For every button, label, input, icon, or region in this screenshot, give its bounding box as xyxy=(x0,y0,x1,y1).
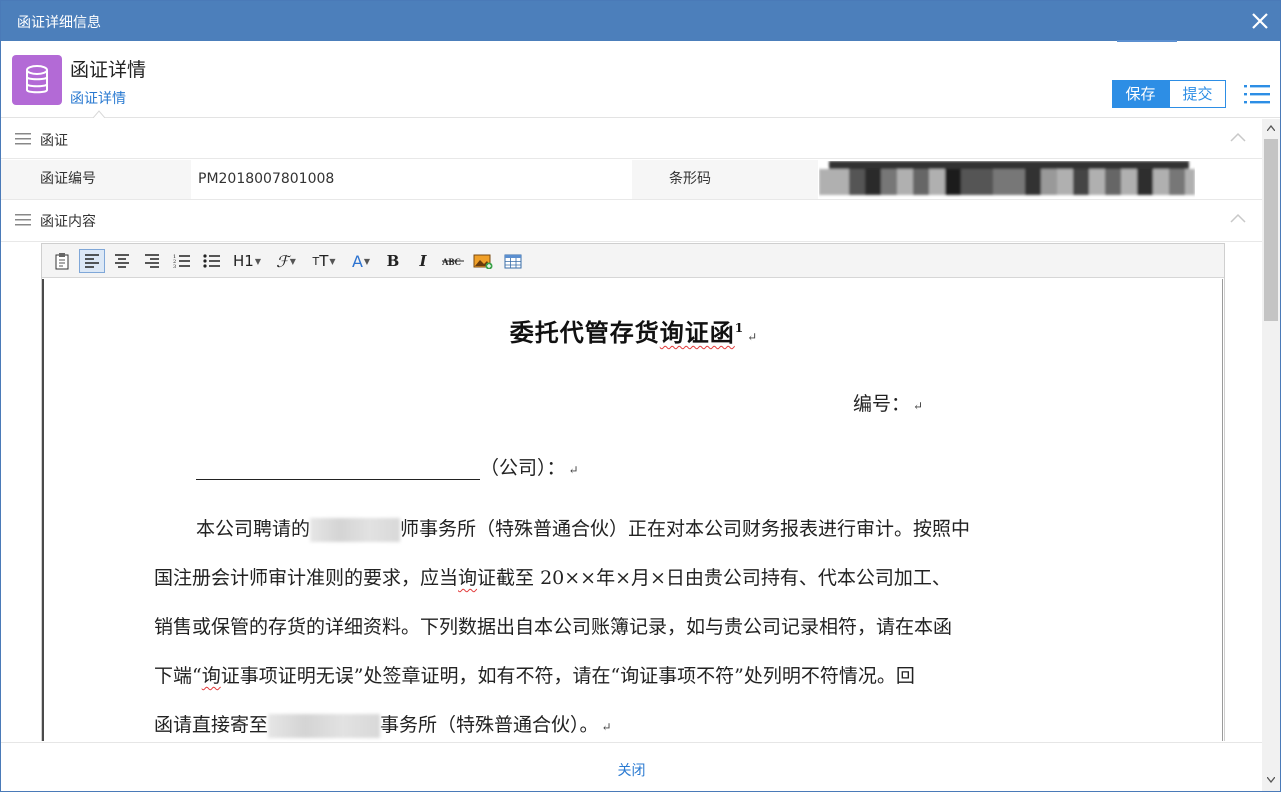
svg-text:ABC: ABC xyxy=(442,257,461,267)
section-content-header[interactable]: 函证内容 xyxy=(1,200,1262,242)
redacted-text xyxy=(268,714,381,738)
page-title: 函证详情 xyxy=(70,59,147,81)
paragraph-mark-icon: ↵ xyxy=(747,330,759,344)
document-paragraph-line: 本公司聘请的 师事务所（特殊普通合伙）正在对本公司财务报表进行审计。按照中 xyxy=(196,514,970,542)
paragraph-text: 证截至 20××年×月×日由贵公司持有、代本公司加工、 xyxy=(477,567,951,589)
section-content-label: 函证内容 xyxy=(40,214,96,230)
section-confirmation-label: 函证 xyxy=(40,133,68,149)
dialog-window: 函证详细信息 函证详情 函证详情 保存 提交 函证 函证编号 PM2018007… xyxy=(0,0,1281,792)
unordered-list-icon[interactable] xyxy=(199,249,225,273)
save-button[interactable]: 保存 xyxy=(1112,80,1169,108)
collapse-icon[interactable] xyxy=(1230,132,1246,142)
bold-icon[interactable]: B xyxy=(380,249,406,273)
document-page-edge xyxy=(1222,279,1223,741)
submit-button[interactable]: 提交 xyxy=(1169,80,1226,108)
document-title-squiggle: 询证函 xyxy=(659,318,735,347)
dialog-title: 函证详细信息 xyxy=(17,15,101,31)
paragraph-mark-icon: ↵ xyxy=(601,720,612,734)
document-paragraph-line: 销售或保管的存货的详细资料。下列数据出自本公司账簿记录，如与贵公司记录相符，请在… xyxy=(154,612,952,639)
menu-icon xyxy=(15,214,31,226)
menu-icon xyxy=(15,133,31,145)
dialog-titlebar: 函证详细信息 xyxy=(1,1,1280,41)
align-right-icon[interactable] xyxy=(139,249,165,273)
tab-confirmation-detail[interactable]: 函证详情 xyxy=(70,88,126,108)
tab-active-caret xyxy=(93,110,105,118)
heading-dropdown[interactable]: H1 ▼ xyxy=(230,249,264,273)
footnote-marker: 1 xyxy=(734,321,745,335)
redacted-text xyxy=(310,518,401,542)
vertical-scrollbar[interactable] xyxy=(1262,119,1280,791)
font-size-icon[interactable]: T T ▼ xyxy=(308,249,340,273)
list-icon[interactable] xyxy=(1243,82,1271,106)
scrollbar-thumb[interactable] xyxy=(1264,139,1278,321)
paragraph-text: 函请直接寄至 xyxy=(154,714,269,736)
paragraph-text: 询 xyxy=(458,567,478,589)
confirmation-fields-row: 函证编号 PM2018007801008 条形码 xyxy=(1,160,1262,200)
font-color-icon[interactable]: A ▼ xyxy=(346,249,376,273)
paragraph-text: 证事项证明无误”处签章证明，如有不符，请在“询证事项不符”处列明不符情况。回 xyxy=(220,665,915,687)
paragraph-text: 本公司聘请的 xyxy=(196,518,311,540)
paragraph-text: 下端“ xyxy=(154,665,202,687)
section-confirmation-header[interactable]: 函证 xyxy=(1,119,1262,159)
content-scroll-area: 函证 函证编号 PM2018007801008 条形码 函证内容 1 2 3 H… xyxy=(1,119,1262,741)
field-value-confirmation-number: PM2018007801008 xyxy=(198,171,335,187)
database-icon xyxy=(12,55,62,105)
document-title-text: 委托代管存货 xyxy=(509,318,660,347)
strikethrough-icon[interactable]: ABC xyxy=(440,249,466,273)
heading-label: H1 xyxy=(233,252,254,270)
insert-table-icon[interactable] xyxy=(500,249,526,273)
barcode-image xyxy=(819,161,1195,195)
editor-toolbar: 123 H1 ▼ ℱ ▼ T T ▼ A ▼ B I ABC xyxy=(42,244,1224,278)
company-blank-line xyxy=(196,460,480,480)
document-paragraph-line: 下端“询证事项证明无误”处签章证明，如有不符，请在“询证事项不符”处列明不符情况… xyxy=(154,661,915,688)
document-company-line: （公司）： ↵ xyxy=(196,453,579,480)
svg-text:3: 3 xyxy=(173,264,176,269)
italic-icon[interactable]: I xyxy=(410,249,436,273)
paragraph-text: 师事务所（特殊普通合伙）正在对本公司财务报表进行审计。按照中 xyxy=(400,518,971,540)
field-label-barcode: 条形码 xyxy=(632,160,818,199)
align-left-icon[interactable] xyxy=(79,249,105,273)
font-family-icon[interactable]: ℱ ▼ xyxy=(270,249,302,273)
document-paragraph-line: 国注册会计师审计准则的要求，应当询证截至 20××年×月×日由贵公司持有、代本公… xyxy=(154,563,951,590)
document-number-line: 编号： ↵ xyxy=(853,389,923,416)
ordered-list-icon[interactable]: 123 xyxy=(169,249,195,273)
number-label: 编号： xyxy=(853,393,911,415)
paragraph-text: 事务所（特殊普通合伙）。 xyxy=(380,714,599,736)
paragraph-text: 询 xyxy=(201,665,221,687)
paragraph-text: 国注册会计师审计准则的要求，应当 xyxy=(154,567,459,589)
page-header: 函证详情 函证详情 保存 提交 xyxy=(1,42,1280,118)
scroll-down-icon[interactable] xyxy=(1267,777,1275,783)
paste-icon[interactable] xyxy=(49,249,75,273)
collapse-icon[interactable] xyxy=(1230,213,1246,223)
paragraph-mark-icon: ↵ xyxy=(913,399,924,413)
close-button[interactable]: 关闭 xyxy=(1,760,1262,780)
company-line-suffix: （公司）： xyxy=(480,457,566,479)
insert-image-icon[interactable] xyxy=(470,249,496,273)
rich-text-editor[interactable]: 123 H1 ▼ ℱ ▼ T T ▼ A ▼ B I ABC 委托代管存货询证函… xyxy=(41,243,1225,741)
dialog-footer: 关闭 xyxy=(1,742,1262,791)
close-icon[interactable] xyxy=(1248,9,1272,33)
field-label-confirmation-number: 函证编号 xyxy=(1,160,191,199)
document-title: 委托代管存货询证函1↵ xyxy=(44,313,1224,348)
scroll-up-icon[interactable] xyxy=(1267,125,1275,131)
document-body[interactable]: 委托代管存货询证函1↵ 编号： ↵ （公司）： ↵ 本公司聘请的 师事务所（特殊普通合… xyxy=(42,279,1224,741)
paragraph-mark-icon: ↵ xyxy=(568,463,579,477)
paragraph-text: 销售或保管的存货的详细资料。下列数据出自本公司账簿记录，如与贵公司记录相符，请在… xyxy=(154,616,953,638)
document-paragraph-line: 函请直接寄至 事务所（特殊普通合伙）。 ↵ xyxy=(154,710,612,738)
align-center-icon[interactable] xyxy=(109,249,135,273)
